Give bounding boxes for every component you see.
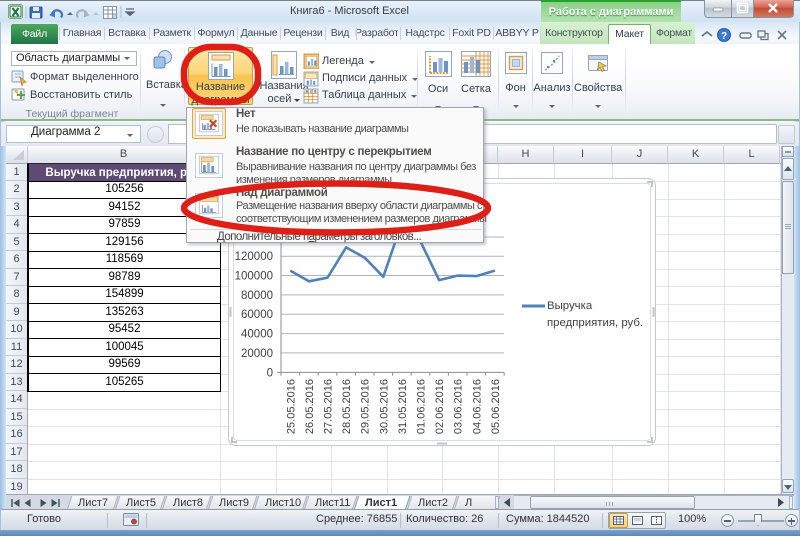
svg-text:100000: 100000	[235, 271, 273, 283]
svg-text:27.05.2016: 27.05.2016	[323, 379, 335, 434]
svg-text:25.05.2016: 25.05.2016	[285, 379, 297, 434]
svg-text:02.06.2016: 02.06.2016	[434, 379, 446, 434]
svg-text:29.05.2016: 29.05.2016	[360, 379, 372, 434]
svg-text:60000: 60000	[241, 309, 273, 321]
svg-text:26.05.2016: 26.05.2016	[304, 379, 316, 434]
svg-text:05.06.2016: 05.06.2016	[490, 379, 502, 434]
svg-text:30.05.2016: 30.05.2016	[378, 379, 390, 434]
svg-text:предприятия, руб.: предприятия, руб.	[547, 317, 643, 329]
svg-text:04.06.2016: 04.06.2016	[471, 379, 483, 434]
svg-text:80000: 80000	[241, 290, 273, 302]
svg-text:0: 0	[267, 368, 273, 380]
svg-text:20000: 20000	[241, 348, 273, 360]
svg-text:40000: 40000	[241, 329, 273, 341]
svg-text:28.05.2016: 28.05.2016	[341, 379, 353, 434]
svg-text:31.05.2016: 31.05.2016	[397, 379, 409, 434]
svg-text:03.06.2016: 03.06.2016	[453, 379, 465, 434]
svg-text:Выручка: Выручка	[547, 300, 593, 312]
svg-text:01.06.2016: 01.06.2016	[416, 379, 428, 434]
svg-text:120000: 120000	[235, 251, 273, 263]
